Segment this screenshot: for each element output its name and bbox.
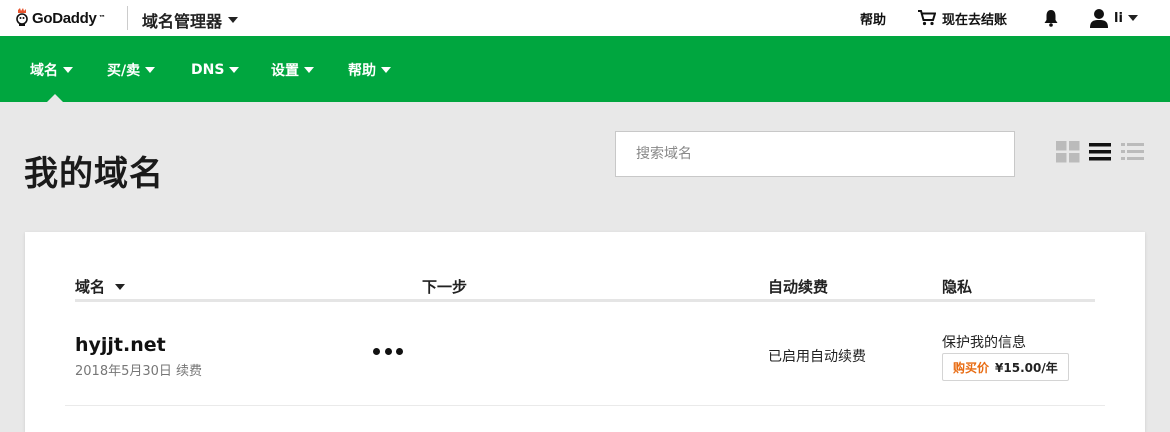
grid-view-icon[interactable]: [1056, 141, 1080, 163]
user-icon: [1090, 9, 1108, 28]
more-options-button[interactable]: [373, 344, 403, 358]
chevron-down-icon: [381, 67, 391, 73]
nav-item-dns[interactable]: DNS: [191, 60, 240, 80]
godaddy-logo[interactable]: GoDaddy ™: [14, 7, 106, 29]
table-header-divider: [75, 299, 1095, 302]
checkout-link[interactable]: 现在去结账: [918, 0, 1007, 36]
chevron-down-icon: [228, 17, 239, 23]
logo-trademark: ™: [98, 14, 106, 22]
sort-down-icon: [115, 283, 126, 290]
product-menu-dropdown[interactable]: 域名管理器: [142, 8, 239, 32]
search-input[interactable]: [615, 131, 1015, 177]
column-header-label: 隐私: [942, 278, 973, 296]
buy-privacy-button[interactable]: 购买价 ¥15.00/年: [942, 353, 1069, 381]
page-title: 我的域名: [24, 154, 164, 194]
domain-renewal-date: 2018年5月30日 续费: [75, 364, 203, 379]
nav-item-label: 设置: [271, 63, 299, 79]
domains-table-card: 域名 下一步 自动续费 隐私 hyjjt.net 2018年5月30日 续费 已…: [25, 232, 1145, 432]
chevron-down-icon: [304, 67, 314, 73]
column-header-privacy: 隐私: [942, 276, 972, 297]
logo-text: GoDaddy: [32, 9, 97, 27]
active-nav-pointer: [47, 94, 63, 102]
nav-item-settings[interactable]: 设置: [271, 60, 314, 80]
nav-item-label: DNS: [191, 62, 225, 78]
top-help-link[interactable]: 帮助: [860, 0, 886, 36]
top-bar: GoDaddy ™ 域名管理器 帮助 现在去结账 li: [0, 0, 1170, 36]
chevron-down-icon: [229, 67, 240, 73]
auto-renew-status[interactable]: 已启用自动续费: [768, 346, 866, 366]
nav-item-label: 买/卖: [107, 63, 141, 79]
column-header-label: 自动续费: [768, 278, 829, 296]
dot-icon: [373, 347, 380, 355]
domain-name-link[interactable]: hyjjt.net: [75, 334, 166, 356]
cart-icon: [918, 10, 936, 26]
dot-icon: [384, 347, 392, 355]
godaddy-mascot-icon: [16, 8, 28, 26]
nav-item-label: 域名: [30, 63, 58, 79]
dot-icon: [396, 347, 403, 355]
privacy-status: 保护我的信息: [942, 335, 1026, 351]
notifications-button[interactable]: [1043, 0, 1059, 36]
bell-icon: [1044, 10, 1058, 27]
column-header-next-step: 下一步: [422, 276, 467, 297]
buy-price-value: ¥15.00/年: [995, 360, 1058, 375]
column-header-label: 域名: [75, 278, 106, 296]
account-menu[interactable]: li: [1089, 0, 1138, 36]
top-help-label: 帮助: [860, 12, 887, 28]
column-header-auto-renew: 自动续费: [768, 276, 828, 297]
main-nav: 域名 买/卖 DNS 设置 帮助: [0, 36, 1170, 102]
nav-item-label: 帮助: [348, 63, 376, 79]
chevron-down-icon: [145, 67, 156, 73]
product-menu-label: 域名管理器: [142, 12, 223, 31]
chevron-down-icon: [1127, 15, 1138, 21]
table-row-divider: [65, 405, 1105, 406]
column-header-label: 下一步: [422, 278, 468, 296]
topbar-divider: [127, 6, 128, 30]
compact-list-view-icon[interactable]: [1121, 141, 1145, 163]
buy-price-label: 购买价: [953, 360, 990, 375]
nav-item-help[interactable]: 帮助: [348, 60, 391, 80]
chevron-down-icon: [63, 67, 73, 73]
column-header-domain[interactable]: 域名: [75, 276, 126, 297]
checkout-label: 现在去结账: [942, 12, 1008, 28]
nav-item-domains[interactable]: 域名: [30, 60, 73, 80]
account-username: li: [1114, 10, 1123, 26]
list-view-icon[interactable]: [1089, 141, 1113, 163]
nav-item-buy-sell[interactable]: 买/卖: [107, 60, 156, 80]
